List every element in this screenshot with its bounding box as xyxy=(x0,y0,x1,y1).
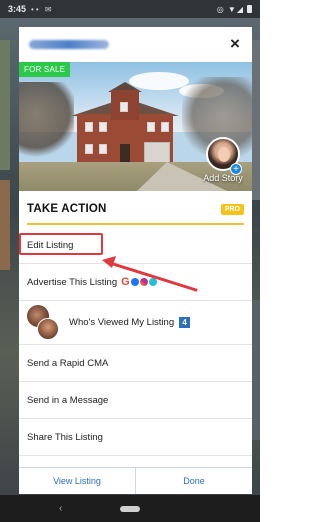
window xyxy=(120,102,128,112)
for-sale-badge: FOR SALE xyxy=(19,62,71,77)
menu-item-send-message[interactable]: Send in a Message xyxy=(19,382,252,419)
google-icon: G xyxy=(121,276,130,288)
messenger-icon xyxy=(148,278,157,286)
background-strip xyxy=(252,40,260,200)
menu-item-label: Send a Rapid CMA xyxy=(27,357,109,369)
background-strip xyxy=(0,40,10,170)
viewer-avatars xyxy=(27,304,61,341)
avatar-face xyxy=(218,147,230,162)
menu-item-label: Who's Viewed My Listing xyxy=(69,317,175,328)
take-action-header: TAKE ACTION PRO xyxy=(19,191,252,227)
window xyxy=(99,144,107,154)
menu-item-rapid-cma[interactable]: Send a Rapid CMA xyxy=(19,345,252,382)
notification-icons: •• ✉ xyxy=(31,4,54,14)
add-story-label: Add Story xyxy=(203,173,243,183)
background-strip xyxy=(0,180,10,270)
garage-door xyxy=(144,142,170,164)
home-pill-icon[interactable] xyxy=(120,505,140,512)
modal-header: × xyxy=(19,27,252,62)
signal-wifi-icons: ◎ ▼◢ xyxy=(216,4,244,14)
title-underline xyxy=(27,223,244,225)
phone-screen: 3:45 •• ✉ ◎ ▼◢ × FOR SALE + Add Story TA… xyxy=(0,0,260,522)
modal-footer: View Listing Done xyxy=(19,467,252,494)
listing-photo[interactable]: FOR SALE + Add Story xyxy=(19,62,252,191)
status-bar: 3:45 •• ✉ ◎ ▼◢ xyxy=(0,0,260,18)
section-title: TAKE ACTION xyxy=(27,203,107,215)
listing-action-modal: × FOR SALE + Add Story TAKE ACTION PRO E… xyxy=(19,27,252,494)
view-listing-button[interactable]: View Listing xyxy=(19,468,135,494)
pro-badge: PRO xyxy=(220,203,244,215)
system-nav-bar: ‹ xyxy=(0,495,260,522)
viewer-avatar xyxy=(37,317,59,340)
menu-item-label: Advertise This Listing xyxy=(27,276,118,288)
close-button[interactable]: × xyxy=(224,33,246,55)
menu-item-share-listing[interactable]: Share This Listing xyxy=(19,419,252,456)
menu-item-advertise[interactable]: Advertise This Listing G xyxy=(19,264,252,301)
action-menu: Edit Listing Advertise This Listing G Wh… xyxy=(19,227,252,456)
plus-icon: + xyxy=(230,163,242,175)
instagram-icon xyxy=(139,278,148,286)
window xyxy=(85,144,93,154)
background-strip xyxy=(252,300,260,440)
battery-icon xyxy=(247,5,252,13)
done-button[interactable]: Done xyxy=(135,468,252,494)
status-time: 3:45 xyxy=(8,4,27,14)
menu-item-label: Share This Listing xyxy=(27,431,103,443)
menu-item-label: Send in a Message xyxy=(27,394,109,406)
menu-item-edit-listing[interactable]: Edit Listing xyxy=(19,227,252,264)
viewer-count-badge: 4 xyxy=(179,317,191,328)
social-icons: G xyxy=(121,276,157,288)
status-right-icons: ◎ ▼◢ xyxy=(217,5,252,14)
window xyxy=(85,122,93,132)
door xyxy=(120,144,130,164)
window xyxy=(161,122,169,132)
trees xyxy=(19,82,74,162)
window xyxy=(147,122,155,132)
facebook-icon xyxy=(130,278,139,286)
blurred-address xyxy=(29,40,109,49)
menu-item-whos-viewed[interactable]: Who's Viewed My Listing 4 xyxy=(19,301,252,345)
highlight-box xyxy=(19,233,103,255)
window xyxy=(99,122,107,132)
back-icon[interactable]: ‹ xyxy=(59,503,62,514)
add-story-button[interactable]: + Add Story xyxy=(198,137,248,183)
